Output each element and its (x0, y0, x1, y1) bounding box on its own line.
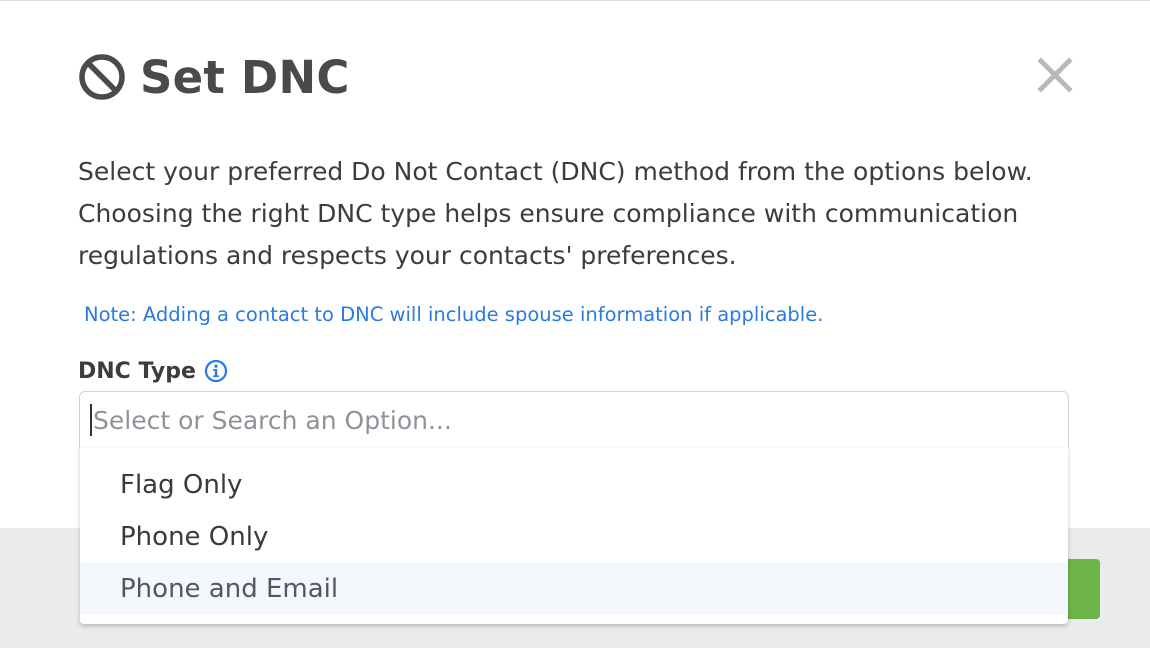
dnc-type-dropdown: Flag Only Phone Only Phone and Email (80, 448, 1068, 624)
close-button[interactable] (1035, 55, 1075, 95)
text-cursor (90, 404, 92, 436)
info-icon[interactable] (196, 359, 228, 383)
option-flag-only[interactable]: Flag Only (80, 459, 1068, 511)
dnc-type-label-text: DNC Type (78, 358, 196, 384)
modal-title: Set DNC (140, 50, 350, 104)
close-icon[interactable] (1035, 55, 1075, 95)
modal-header: Set DNC (78, 49, 350, 105)
dnc-type-search-input[interactable] (93, 405, 993, 435)
option-phone-only[interactable]: Phone Only (80, 511, 1068, 563)
option-phone-and-email[interactable]: Phone and Email (80, 563, 1068, 615)
dnc-type-label: DNC Type (78, 355, 228, 387)
ban-icon (78, 53, 126, 101)
spouse-note: Note: Adding a contact to DNC will inclu… (84, 303, 824, 326)
dnc-type-select[interactable] (79, 391, 1069, 449)
modal-description: Select your preferred Do Not Contact (DN… (78, 157, 1033, 270)
